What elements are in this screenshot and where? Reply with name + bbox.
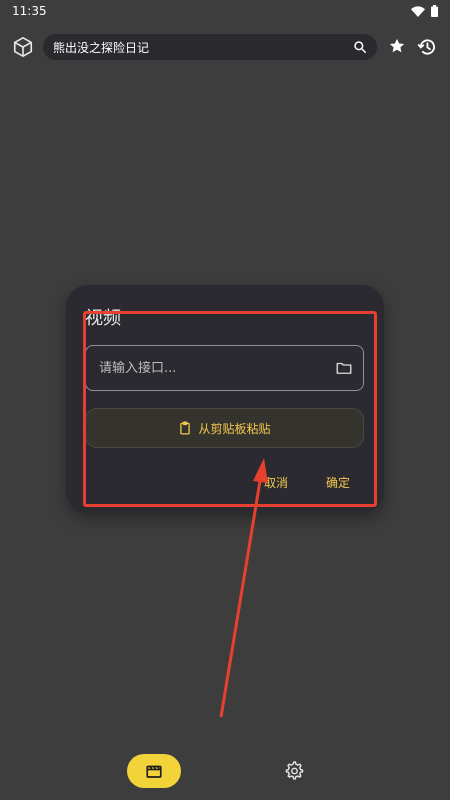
video-icon	[146, 765, 162, 778]
top-bar: 熊出没之探险日记	[0, 32, 450, 62]
annotation-highlight-box	[83, 311, 377, 507]
status-icons	[411, 5, 438, 17]
search-query[interactable]: 熊出没之探险日记	[53, 39, 353, 56]
search-bar[interactable]: 熊出没之探险日记	[43, 34, 377, 60]
history-icon[interactable]	[417, 37, 437, 57]
nav-video-tab[interactable]	[127, 754, 181, 788]
wifi-icon	[411, 5, 425, 17]
cube-icon[interactable]	[12, 36, 34, 58]
search-icon[interactable]	[353, 40, 367, 54]
gear-icon[interactable]	[285, 761, 304, 780]
status-time: 11:35	[12, 4, 47, 18]
status-bar: 11:35	[0, 0, 450, 22]
battery-icon	[431, 5, 438, 17]
star-icon[interactable]	[388, 37, 406, 55]
